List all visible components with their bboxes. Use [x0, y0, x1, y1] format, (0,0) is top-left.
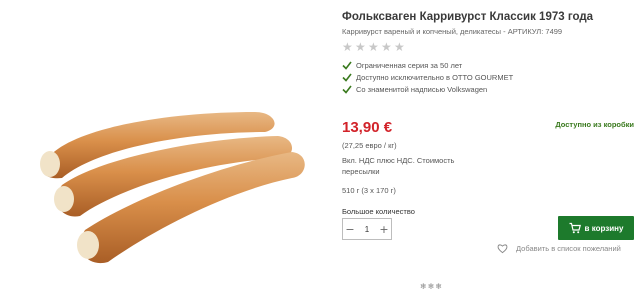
cart-icon — [569, 222, 581, 234]
product-subtitle: Карривурст вареный и копченый, деликатес… — [342, 27, 563, 36]
add-to-cart-button[interactable]: в корзину — [558, 216, 634, 240]
star-icon[interactable]: ★ — [355, 41, 367, 53]
unit-price: (27,25 евро / кг) — [342, 141, 397, 150]
star-icon[interactable]: ★ — [368, 41, 380, 53]
check-icon — [342, 73, 352, 82]
bulk-quantity-label: Большое количество — [342, 207, 415, 216]
product-weight: 510 г (3 х 170 г) — [342, 186, 396, 195]
feature-label: Доступно исключительно в OTTO GOURMET — [356, 72, 514, 82]
price-row: 13,90 € Доступно из коробки — [342, 119, 634, 137]
feature-list: Ограниченная серия за 50 лет Доступно ис… — [342, 59, 634, 95]
minus-icon[interactable]: − — [343, 223, 357, 236]
star-icon[interactable]: ★ — [394, 41, 406, 53]
feature-item: Ограниченная серия за 50 лет — [342, 59, 634, 71]
feature-item: Со знаменитой надписью Volkswagen — [342, 83, 634, 95]
vat-note: Вкл. НДС плюс НДС. Стоимость пересылки — [342, 156, 455, 176]
rating-stars[interactable]: ★ ★ ★ ★ ★ — [342, 41, 634, 53]
product-image-area — [0, 0, 335, 292]
availability-status: Доступно из коробки — [555, 120, 634, 129]
wishlist-link[interactable]: Добавить в список пожеланий — [497, 243, 621, 254]
feature-item: Доступно исключительно в OTTO GOURMET — [342, 71, 634, 83]
feature-label: Ограниченная серия за 50 лет — [356, 60, 463, 70]
heart-icon — [497, 244, 508, 254]
snowflake-icons: ❄❄❄ — [420, 282, 444, 291]
wishlist-label: Добавить в список пожеланий — [516, 244, 621, 253]
plus-icon[interactable]: + — [377, 223, 391, 236]
check-icon — [342, 61, 352, 70]
quantity-value[interactable]: 1 — [365, 225, 369, 234]
cart-button-label: в корзину — [584, 223, 624, 233]
product-price: 13,90 € — [342, 119, 393, 136]
quantity-stepper[interactable]: − 1 + — [342, 218, 392, 240]
product-info: Фольксваген Карривурст Классик 1973 года… — [342, 10, 634, 242]
sausage-image — [40, 112, 305, 264]
feature-label: Со знаменитой надписью Volkswagen — [356, 84, 488, 94]
product-title: Фольксваген Карривурст Классик 1973 года — [342, 11, 594, 23]
check-icon — [342, 85, 352, 94]
quantity-row: − 1 + в корзину — [342, 216, 634, 242]
star-icon[interactable]: ★ — [381, 41, 393, 53]
star-icon[interactable]: ★ — [342, 41, 354, 53]
